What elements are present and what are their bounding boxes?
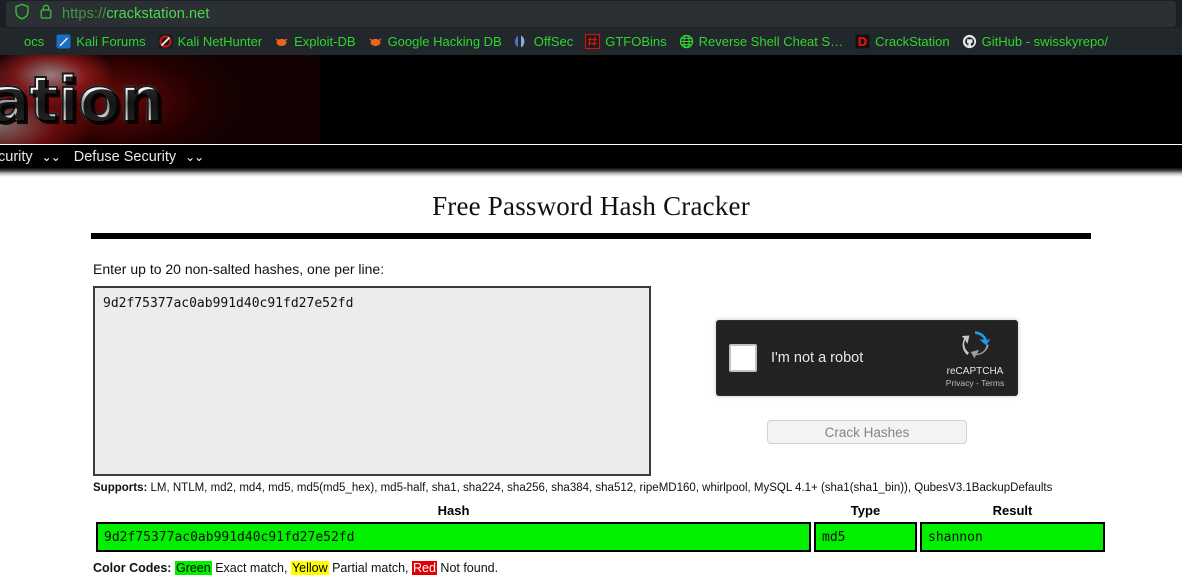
bookmark-label: Kali Forums	[76, 34, 146, 49]
globe-icon	[679, 34, 694, 49]
kali-nethunter-icon	[158, 34, 173, 49]
bookmark-label: Google Hacking DB	[387, 34, 502, 49]
recaptcha-logo-icon	[957, 330, 993, 363]
instruction-text: Enter up to 20 non-salted hashes, one pe…	[93, 261, 385, 277]
bookmark-crackstation[interactable]: D CrackStation	[849, 32, 955, 51]
recaptcha-widget[interactable]: I'm not a robot reCAPTCHA Privacy - Term…	[716, 320, 1018, 396]
bookmark-docs[interactable]: ocs	[0, 32, 50, 51]
legend-green-swatch: Green	[174, 561, 212, 575]
site-logo[interactable]: ation	[0, 62, 164, 137]
bookmark-label: Reverse Shell Cheat S…	[698, 34, 844, 49]
cell-hash: 9d2f75377ac0ab991d40c91fd27e52fd	[96, 522, 811, 552]
exploit-db-icon	[274, 34, 289, 49]
legend-yellow-text: Partial match,	[328, 561, 409, 575]
column-header-type: Type	[850, 503, 881, 518]
bookmark-label: Exploit-DB	[294, 34, 356, 49]
url-host: crackstation.net	[106, 6, 210, 22]
shield-icon[interactable]	[14, 3, 30, 25]
nav-item-security[interactable]: curity ⌄⌄	[0, 149, 74, 165]
nav-item-defuse-security[interactable]: Defuse Security ⌄⌄	[74, 149, 217, 165]
supports-list: LM, NTLM, md2, md4, md5, md5(md5_hex), m…	[150, 482, 1053, 494]
bookmark-reverse-shell-cheat-sheet[interactable]: Reverse Shell Cheat S…	[673, 32, 850, 51]
results-table: Hash Type Result 9d2f75377ac0ab991d40c91…	[93, 503, 1108, 552]
color-codes-label: Color Codes:	[93, 561, 172, 575]
page-body: Free Password Hash Cracker Enter up to 2…	[0, 177, 1182, 584]
bookmark-label: ocs	[24, 34, 45, 49]
legend-red-text: Not found.	[436, 561, 499, 575]
offsec-icon	[514, 34, 529, 49]
bookmark-gtfobins[interactable]: GTFOBins	[579, 32, 672, 51]
github-icon	[962, 34, 977, 49]
recaptcha-label: I'm not a robot	[771, 350, 864, 366]
title-divider	[91, 233, 1091, 239]
cell-result: shannon	[920, 522, 1105, 552]
nav-item-label: Defuse Security	[73, 148, 177, 165]
crack-hashes-button[interactable]: Crack Hashes	[767, 420, 967, 444]
chevron-down-icon: ⌄⌄	[41, 149, 61, 164]
page-title: Free Password Hash Cracker	[432, 191, 750, 221]
crackstation-icon: D	[855, 34, 870, 49]
table-header-row: Hash Type Result	[96, 503, 1105, 522]
nav-item-label: curity	[0, 148, 33, 165]
cell-type: md5	[814, 522, 917, 552]
hash-form-row: I'm not a robot reCAPTCHA Privacy - Term…	[91, 286, 1091, 476]
docs-icon	[4, 34, 19, 49]
bookmark-offsec[interactable]: OffSec	[508, 32, 580, 51]
color-codes-legend: Color Codes: Green Exact match, Yellow P…	[93, 561, 1091, 575]
lock-icon[interactable]	[39, 3, 53, 25]
bookmarks-bar: ocs Kali Forums Kali NetHunter Exploit-D…	[0, 28, 1182, 55]
bookmark-google-hacking-db[interactable]: Google Hacking DB	[362, 32, 508, 51]
browser-chrome: https://crackstation.net ocs Kali Forums	[0, 0, 1182, 55]
supports-line: Supports: LM, NTLM, md2, md4, md5, md5(m…	[93, 482, 1091, 494]
url-bar-row: https://crackstation.net	[0, 0, 1182, 28]
bookmark-label: OffSec	[533, 34, 574, 49]
chevron-down-icon: ⌄⌄	[185, 149, 204, 164]
column-header-hash: Hash	[437, 503, 470, 518]
checkbox-unchecked-icon[interactable]	[729, 344, 757, 372]
bookmark-label: GTFOBins	[605, 34, 667, 49]
recaptcha-brand-name: reCAPTCHA	[946, 365, 1004, 377]
gtfobins-icon	[585, 33, 601, 50]
recaptcha-brand: reCAPTCHA Privacy - Terms	[939, 329, 1017, 388]
site-banner: ation	[0, 55, 1182, 144]
url-scheme: https://	[62, 6, 107, 22]
column-header-result: Result	[992, 503, 1033, 518]
table-row: 9d2f75377ac0ab991d40c91fd27e52fd md5 sha…	[96, 522, 1105, 552]
bookmark-kali-forums[interactable]: Kali Forums	[50, 32, 151, 51]
supports-label: Supports:	[93, 482, 148, 494]
bookmark-github-swisskyrepo[interactable]: GitHub - swisskyrepo/	[956, 32, 1114, 51]
kali-forums-icon	[56, 34, 71, 49]
site-nav: curity ⌄⌄ Defuse Security ⌄⌄	[0, 144, 1182, 168]
nav-underline-divider	[0, 168, 1182, 177]
captcha-column: I'm not a robot reCAPTCHA Privacy - Term…	[716, 286, 1018, 444]
content-container: Free Password Hash Cracker Enter up to 2…	[91, 177, 1105, 575]
legend-yellow-swatch: Yellow	[290, 561, 329, 575]
bookmark-kali-nethunter[interactable]: Kali NetHunter	[152, 32, 269, 51]
url-bar[interactable]: https://crackstation.net	[6, 1, 1176, 27]
bookmark-label: CrackStation	[875, 34, 950, 49]
svg-text:D: D	[858, 35, 868, 49]
bookmark-exploit-db[interactable]: Exploit-DB	[268, 32, 361, 51]
bookmark-label: Kali NetHunter	[177, 34, 263, 49]
recaptcha-privacy-terms[interactable]: Privacy - Terms	[939, 378, 1011, 388]
url-text[interactable]: https://crackstation.net	[62, 6, 209, 22]
legend-red-swatch: Red	[412, 561, 437, 575]
legend-green-text: Exact match,	[211, 561, 288, 575]
bookmark-label: GitHub - swisskyrepo/	[981, 34, 1109, 49]
google-hacking-db-icon	[368, 34, 383, 49]
hash-input[interactable]	[93, 286, 651, 476]
